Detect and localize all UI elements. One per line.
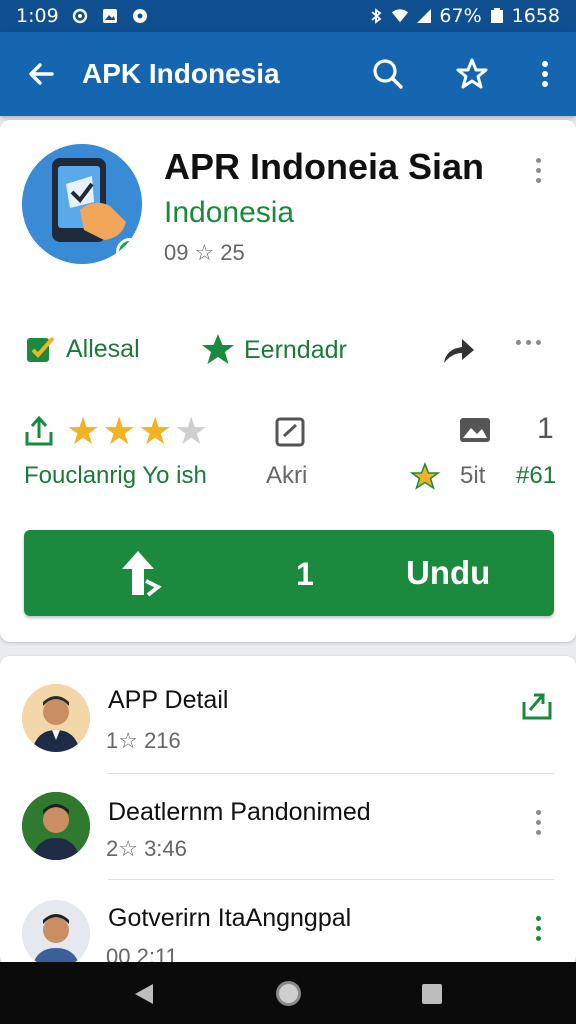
- chip-row-more-button[interactable]: [516, 340, 541, 345]
- star-filled-icon: ★: [66, 411, 101, 453]
- star-outline-icon: [456, 58, 488, 89]
- search-button[interactable]: [346, 32, 430, 116]
- list-item-title: Deatlernm Pandonimed: [108, 798, 371, 826]
- app-developer[interactable]: Indonesia: [164, 196, 294, 230]
- list-item-title: APP Detail: [108, 686, 229, 714]
- nav-back-icon[interactable]: [133, 982, 155, 1011]
- avatar: [22, 900, 90, 966]
- app-header-card: APR Indoneia Sian Indonesia 09 ☆ 25 Alle…: [0, 120, 576, 642]
- app-header-more-button[interactable]: [523, 148, 553, 192]
- nav-recents-icon[interactable]: [422, 984, 442, 1004]
- favorite-button[interactable]: [430, 32, 514, 116]
- rating-mid-label: Akri: [266, 462, 308, 489]
- bluetooth-icon: [367, 7, 385, 25]
- app-meta: 09 ☆ 25: [164, 240, 245, 266]
- star-filled-icon: ★: [138, 411, 173, 453]
- list-item-title: Gotverirn ItaAngngpal: [108, 904, 352, 932]
- battery-icon: [488, 7, 506, 25]
- star-filled-icon: ★: [102, 411, 137, 453]
- status-right-time: 1658: [511, 5, 560, 27]
- edit-box-icon[interactable]: [274, 414, 306, 453]
- rating-count-label: #61: [516, 462, 557, 489]
- install-label: Undu: [406, 554, 491, 591]
- signal-icon: [415, 7, 433, 25]
- wifi-icon: [391, 7, 409, 25]
- status-time: 1:09: [16, 5, 59, 27]
- star-small-icon: ☆: [194, 240, 215, 265]
- rating-left-label: Fouclanrig Yo ish: [24, 462, 207, 489]
- settings-icon: [71, 7, 89, 25]
- list-item[interactable]: APP Detail 1☆ 216: [0, 656, 576, 774]
- share-button[interactable]: [438, 330, 478, 370]
- share-box-icon[interactable]: [520, 690, 554, 727]
- small-star-icon: [409, 461, 441, 497]
- photo-icon: [101, 7, 119, 25]
- status-bar: 1:09 67% 1658: [0, 0, 576, 32]
- details-list-card: APP Detail 1☆ 216 Deatlernm Pandonimed 2…: [0, 656, 576, 966]
- search-icon: [373, 59, 403, 89]
- rating-row: ★ ★ ★ ★ 1 Fouclanrig Yo ish Akri 5it #61: [0, 412, 576, 502]
- overflow-menu-button[interactable]: [514, 32, 576, 116]
- chip-allesal[interactable]: Allesal: [24, 332, 140, 366]
- nav-home-icon[interactable]: [276, 981, 301, 1006]
- meta-rating: 25: [220, 240, 245, 265]
- app-name: APR Indoneia Sian: [164, 146, 485, 187]
- upload-icon[interactable]: [24, 414, 54, 453]
- circle-icon: [131, 7, 149, 25]
- back-button[interactable]: [0, 32, 82, 116]
- list-item-more-button[interactable]: [523, 906, 553, 950]
- chip-eerndadr[interactable]: Eerndadr: [200, 332, 347, 368]
- app-bar: APK Indonesia: [0, 32, 576, 116]
- app-bar-title: APK Indonesia: [82, 58, 280, 89]
- rating-stars: ★ ★ ★ ★: [66, 412, 208, 452]
- system-nav-bar: [0, 962, 576, 1024]
- avatar: [22, 792, 90, 860]
- chip-row: Allesal Eerndadr: [0, 326, 576, 374]
- meta-count: 09: [164, 240, 189, 265]
- battery-percent: 67%: [439, 5, 482, 27]
- star-empty-icon: ★: [174, 411, 209, 453]
- chip2-label: Eerndadr: [244, 335, 347, 364]
- more-vert-icon: [542, 61, 548, 87]
- app-icon[interactable]: [22, 144, 142, 264]
- back-arrow-icon: [29, 63, 54, 85]
- install-count: 1: [296, 556, 314, 592]
- list-item-subtitle: 2☆ 3:46: [106, 836, 187, 861]
- list-item-more-button[interactable]: [523, 800, 553, 844]
- list-item[interactable]: Gotverirn ItaAngngpal 00 2:11: [0, 880, 576, 966]
- install-button[interactable]: 1 Undu: [24, 530, 554, 616]
- star-badge-icon: [202, 334, 234, 364]
- list-item[interactable]: Deatlernm Pandonimed 2☆ 3:46: [0, 774, 576, 880]
- upload-arrow-icon: [116, 547, 162, 604]
- verified-badge-icon: [116, 238, 142, 264]
- chip1-label: Allesal: [66, 334, 140, 363]
- avatar: [22, 684, 90, 752]
- gallery-icon[interactable]: [458, 414, 492, 451]
- share-arrow-icon: [444, 339, 474, 363]
- puzzle-icon: [27, 336, 55, 362]
- list-item-subtitle: 1☆ 216: [106, 728, 181, 753]
- rating-size-label: 5it: [460, 462, 486, 489]
- rating-right-number: 1: [537, 412, 554, 445]
